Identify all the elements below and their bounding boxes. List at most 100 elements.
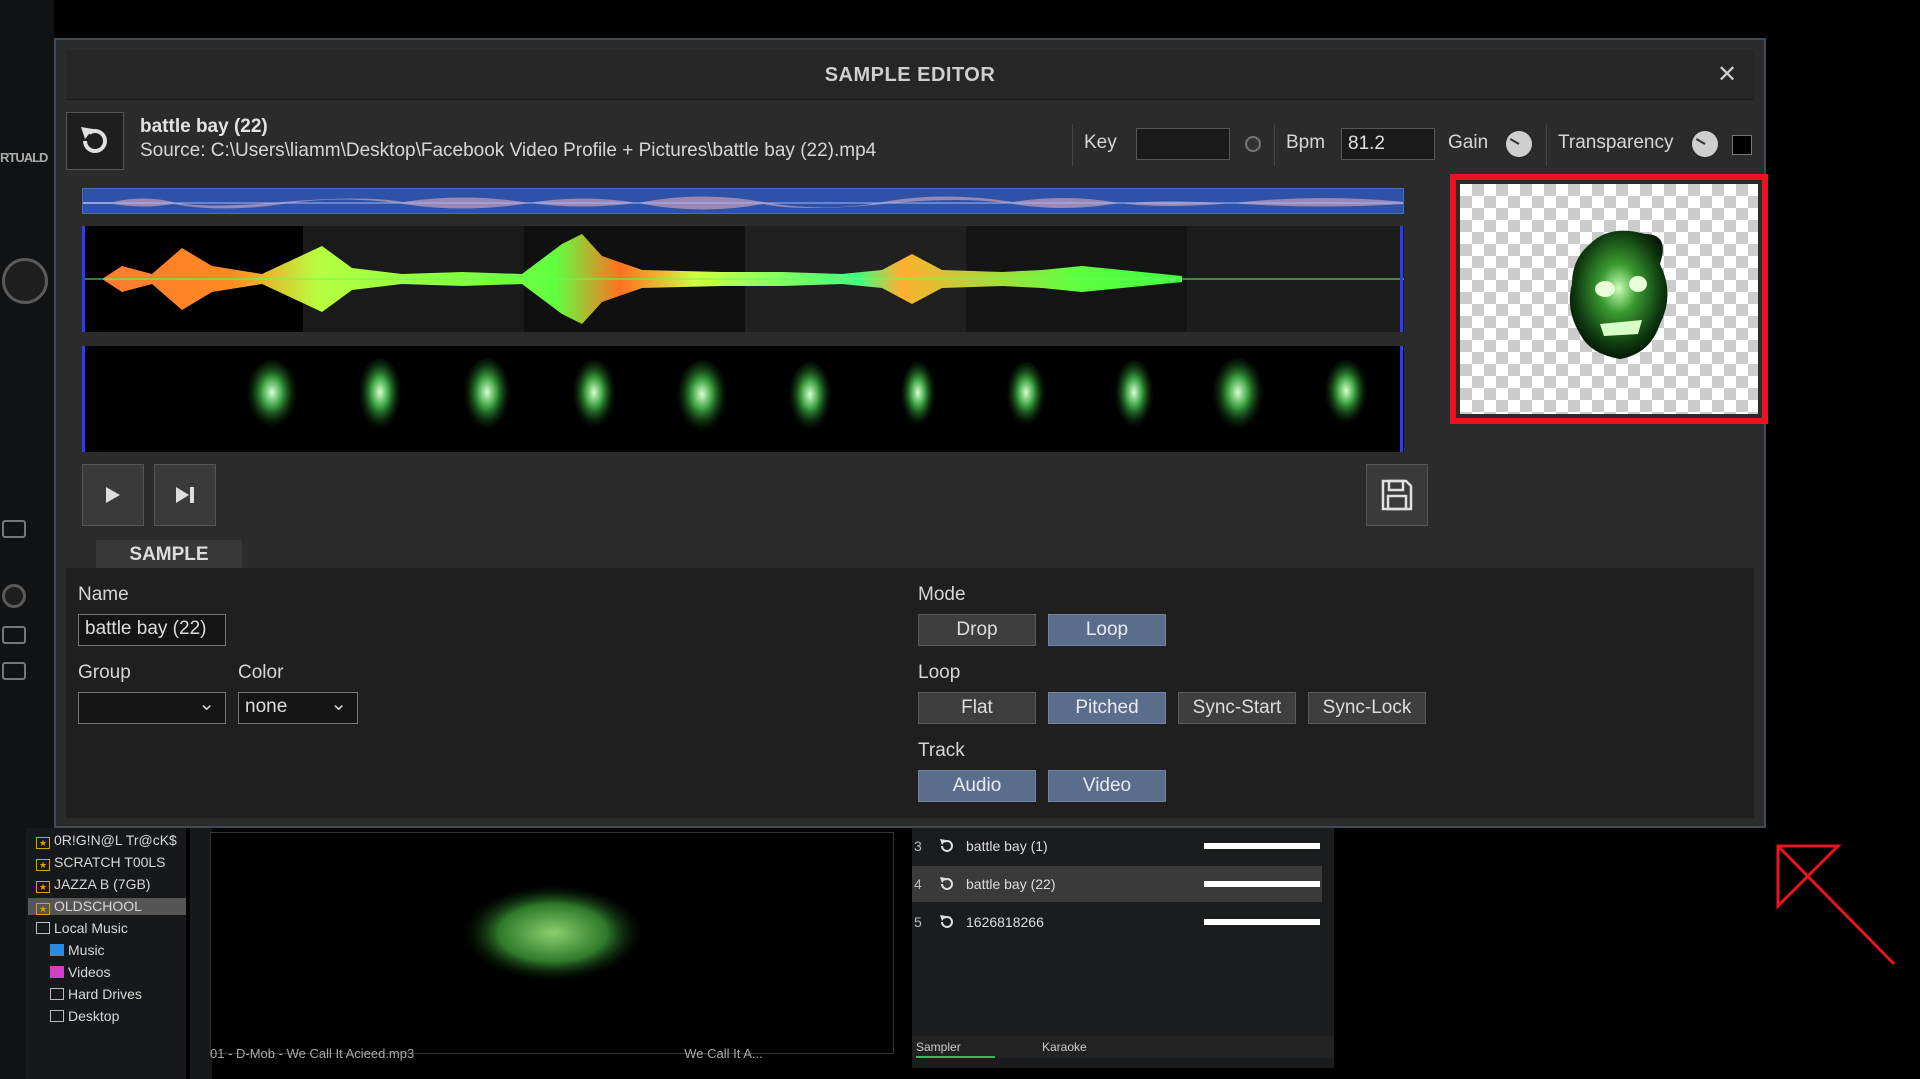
reload-icon — [940, 877, 953, 890]
color-value: none — [245, 696, 288, 717]
save-button[interactable] — [1366, 464, 1428, 526]
tree-item-hard-drives[interactable]: Hard Drives — [50, 986, 142, 1002]
transparency-knob[interactable] — [1692, 131, 1718, 157]
sampler-row[interactable]: 5 1626818266 — [912, 904, 1322, 940]
video-end-marker[interactable] — [1400, 346, 1403, 452]
tree-item-original-tracks[interactable]: ★ 0R!G!N@L Tr@cK$ — [36, 832, 177, 849]
bottom-track-title-right: We Call It A... — [684, 1046, 763, 1061]
mode-drop-button[interactable]: Drop — [918, 614, 1036, 646]
tree-item-oldschool[interactable]: ★ OLDSCHOOL — [28, 898, 186, 915]
tree-item-scratch-tools[interactable]: ★ SCRATCH T00LS — [36, 854, 166, 871]
track-video-button[interactable]: Video — [1048, 770, 1166, 802]
sample-settings-panel: Name battle bay (22) Group Color none Mo… — [66, 568, 1754, 818]
tree-item-label: Hard Drives — [68, 986, 142, 1002]
end-marker[interactable] — [1400, 226, 1403, 332]
sampler-row-level[interactable] — [1204, 881, 1320, 887]
tab-sample[interactable]: SAMPLE — [96, 540, 242, 570]
loop-sync-start-button[interactable]: Sync-Start — [1178, 692, 1296, 724]
sampler-row-name: battle bay (1) — [966, 838, 1048, 854]
mode-label: Mode — [918, 584, 966, 605]
red-cursor-marker — [1776, 844, 1896, 966]
tree-item-jazza-b[interactable]: ★ JAZZA B (7GB) — [36, 876, 150, 893]
tree-item-label: SCRATCH T00LS — [54, 854, 166, 870]
video-thumbnail-strip[interactable] — [82, 346, 1404, 452]
bpm-input[interactable]: 81.2 — [1341, 128, 1435, 160]
tab-karaoke[interactable]: Karaoke — [1042, 1040, 1087, 1054]
color-select[interactable]: none — [238, 691, 358, 724]
gain-knob[interactable] — [1506, 131, 1532, 157]
sampler-row[interactable]: 4 battle bay (22) — [912, 866, 1322, 902]
start-marker[interactable] — [82, 226, 85, 332]
play-button[interactable] — [82, 464, 144, 526]
reload-icon — [940, 839, 953, 852]
reload-icon — [940, 915, 953, 928]
color-label: Color — [238, 662, 284, 683]
loop-flat-button[interactable]: Flat — [918, 692, 1036, 724]
tree-item-label: Desktop — [68, 1008, 120, 1024]
sampler-list: 3 battle bay (1) 4 battle bay (22) 5 162… — [912, 828, 1334, 1068]
bottom-track-name[interactable]: 01 - D-Mob - We Call It Acieed.mp3 We Cal… — [210, 1046, 763, 1061]
close-button[interactable]: ✕ — [1712, 60, 1742, 90]
video-folder-icon — [50, 966, 64, 978]
name-input[interactable]: battle bay (22) — [78, 614, 226, 646]
background-control — [2, 662, 26, 680]
key-label: Key — [1084, 132, 1117, 153]
sampler-row-level[interactable] — [1204, 843, 1320, 849]
tree-item-label: Music — [68, 942, 105, 958]
sampler-row[interactable]: 3 battle bay (1) — [912, 828, 1322, 864]
save-icon — [1381, 479, 1413, 511]
waveform-display[interactable] — [82, 226, 1404, 332]
tree-item-label: JAZZA B (7GB) — [54, 876, 151, 892]
transparency-color-swatch[interactable] — [1732, 135, 1752, 155]
star-folder-icon: ★ — [36, 837, 50, 849]
skip-end-icon — [176, 487, 194, 503]
key-lock-toggle[interactable] — [1245, 136, 1261, 152]
group-select[interactable] — [78, 691, 226, 724]
background-knob — [2, 258, 48, 304]
sampler-row-level[interactable] — [1204, 919, 1320, 925]
sampler-row-number: 5 — [914, 914, 922, 930]
tree-item-videos[interactable]: Videos — [50, 964, 111, 980]
group-label: Group — [78, 662, 131, 683]
tree-item-label: OLDSCHOOL — [54, 898, 142, 914]
gain-label: Gain — [1448, 132, 1489, 153]
video-preview-highlight — [1450, 174, 1768, 424]
sample-title: battle bay (22) — [140, 116, 268, 137]
video-start-marker[interactable] — [82, 346, 85, 452]
skip-to-end-button[interactable] — [154, 464, 216, 526]
loop-pitched-button[interactable]: Pitched — [1048, 692, 1166, 724]
background-control — [2, 520, 26, 538]
tab-sampler[interactable]: Sampler — [916, 1040, 995, 1058]
loop-label: Loop — [918, 662, 961, 683]
sampler-row-name: 1626818266 — [966, 914, 1044, 930]
music-folder-icon — [50, 944, 64, 956]
key-input[interactable] — [1136, 128, 1230, 160]
waveform-overview[interactable] — [82, 188, 1404, 214]
sample-source-path: Source: C:\Users\liamm\Desktop\Facebook … — [140, 140, 877, 161]
background-control — [2, 626, 26, 644]
waveform-graph — [82, 226, 1404, 332]
tree-item-label: 0R!G!N@L Tr@cK$ — [54, 832, 177, 848]
play-icon — [106, 487, 120, 503]
tree-item-desktop[interactable]: Desktop — [50, 1008, 119, 1024]
splash-video-frame — [463, 885, 643, 981]
tree-item-music[interactable]: Music — [50, 942, 105, 958]
sampler-tab-bar: Sampler Karaoke — [912, 1036, 1334, 1058]
video-preview — [1460, 184, 1758, 414]
loop-sync-lock-button[interactable]: Sync-Lock — [1308, 692, 1426, 724]
mode-loop-button[interactable]: Loop — [1048, 614, 1166, 646]
bpm-label: Bpm — [1286, 132, 1326, 153]
tree-item-label: Videos — [68, 964, 111, 980]
track-audio-button[interactable]: Audio — [918, 770, 1036, 802]
computer-icon — [36, 922, 50, 934]
header-divider — [1274, 124, 1275, 166]
tree-item-local-music[interactable]: Local Music — [36, 920, 128, 936]
folder-tree: ★ 0R!G!N@L Tr@cK$ ★ SCRATCH T00LS ★ JAZZA B… — [26, 828, 186, 1079]
background-knob-small — [2, 584, 26, 608]
overview-waveform-shape — [83, 196, 1403, 210]
tree-item-label: Local Music — [54, 920, 128, 936]
reload-button[interactable] — [66, 112, 124, 170]
drive-icon — [50, 988, 64, 1000]
sampler-row-number: 3 — [914, 838, 922, 854]
track-list-gutter — [190, 828, 212, 1079]
